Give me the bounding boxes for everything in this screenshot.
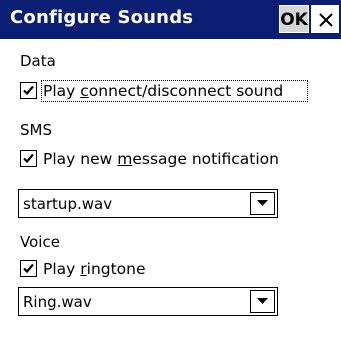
configure-sounds-window: Configure Sounds OK Data Play connect/di… bbox=[0, 0, 341, 340]
checkmark-icon bbox=[23, 85, 34, 96]
data-section-label: Data bbox=[20, 52, 56, 70]
ok-button[interactable]: OK bbox=[279, 5, 309, 33]
sms-sound-dropdown-button[interactable] bbox=[250, 192, 275, 215]
dropdown-arrow-icon bbox=[257, 298, 268, 304]
window-title: Configure Sounds bbox=[10, 7, 194, 28]
play-connect-sound-checkbox[interactable] bbox=[20, 82, 37, 99]
dialog-content: Data Play connect/disconnect sound SMS P… bbox=[0, 39, 341, 340]
ringtone-dropdown-button[interactable] bbox=[250, 290, 275, 313]
close-icon bbox=[319, 13, 333, 27]
play-ringtone-checkbox[interactable] bbox=[20, 260, 37, 277]
sms-section-label: SMS bbox=[20, 121, 52, 139]
ringtone-select[interactable]: Ring.wav bbox=[18, 287, 278, 316]
play-connect-sound-label: Play connect/disconnect sound bbox=[43, 82, 284, 100]
play-message-notification-option[interactable]: Play new message notification bbox=[20, 148, 320, 170]
sms-sound-select[interactable]: startup.wav bbox=[18, 189, 278, 218]
checkmark-icon bbox=[23, 263, 34, 274]
ringtone-value: Ring.wav bbox=[23, 293, 92, 311]
title-bar: Configure Sounds OK bbox=[0, 0, 341, 39]
voice-section-label: Voice bbox=[20, 233, 60, 251]
play-ringtone-option[interactable]: Play ringtone bbox=[20, 258, 320, 280]
sms-sound-value: startup.wav bbox=[23, 195, 113, 213]
dropdown-arrow-icon bbox=[257, 200, 268, 206]
play-message-notification-label: Play new message notification bbox=[43, 150, 279, 168]
close-button[interactable] bbox=[311, 5, 339, 33]
play-connect-sound-option[interactable]: Play connect/disconnect sound bbox=[20, 80, 320, 102]
play-ringtone-label: Play ringtone bbox=[43, 260, 146, 278]
checkmark-icon bbox=[23, 153, 34, 164]
play-message-notification-checkbox[interactable] bbox=[20, 150, 37, 167]
